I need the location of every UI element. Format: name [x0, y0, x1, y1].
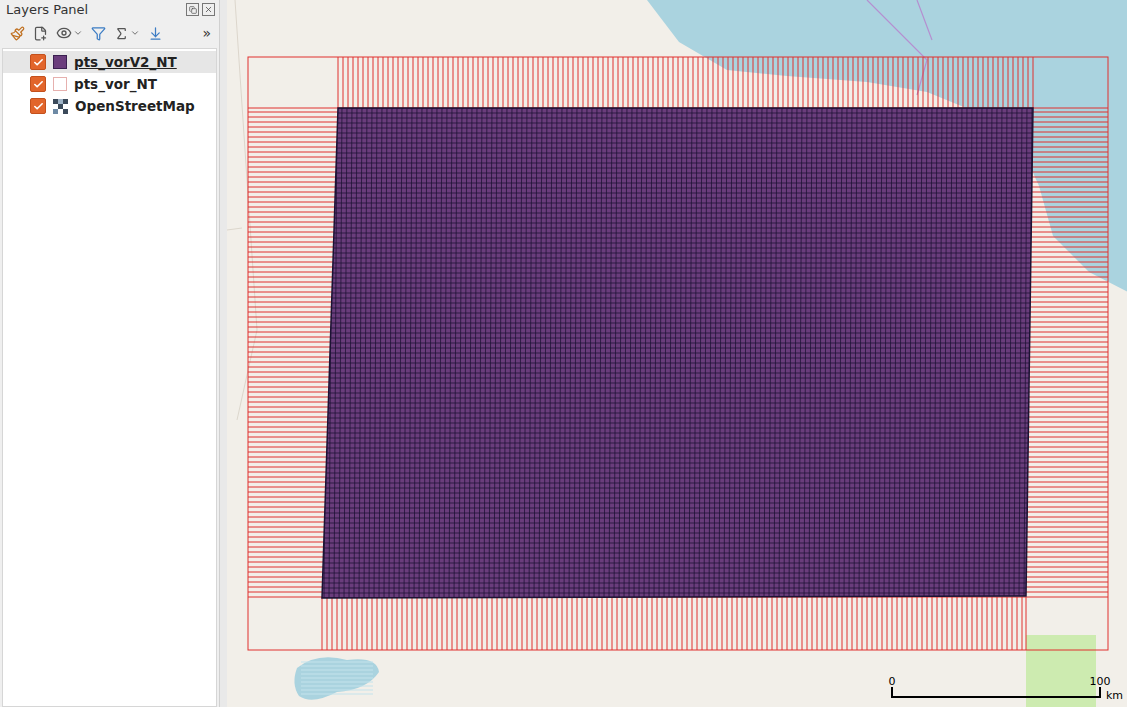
layer-row[interactable]: OpenStreetMap: [3, 95, 216, 117]
layer-name: pts_vor_NT: [74, 76, 157, 92]
expression-filter-icon[interactable]: [114, 26, 129, 41]
dropdown-arrow-icon[interactable]: [73, 28, 83, 38]
map-view[interactable]: 0 100km: [227, 0, 1127, 707]
layer-tree: pts_vorV2_NT pts_vor_NT OpenStreetMap: [2, 48, 217, 707]
panel-splitter[interactable]: [219, 0, 227, 707]
check-icon: [33, 79, 44, 90]
raster-icon: [53, 99, 68, 114]
layer-checkbox[interactable]: [30, 54, 46, 70]
layer-checkbox[interactable]: [30, 98, 46, 114]
check-icon: [33, 101, 44, 112]
qgis-window: Layers Panel » pts_vorV2_NT pts_vor_NT OpenS…: [0, 0, 1127, 707]
layer-checkbox[interactable]: [30, 76, 46, 92]
layers-toolbar: »: [0, 19, 219, 46]
layer-row[interactable]: pts_vor_NT: [3, 73, 216, 95]
panel-title-bar: Layers Panel: [0, 0, 219, 19]
layers-panel: Layers Panel » pts_vorV2_NT pts_vor_NT OpenS…: [0, 0, 219, 707]
pts-vor-nt-layer: [248, 57, 1108, 650]
add-group-icon[interactable]: [33, 26, 48, 41]
scale-label: 100: [1090, 675, 1111, 688]
lake: [294, 657, 379, 699]
scale-unit: km: [1106, 689, 1123, 702]
close-icon: [204, 5, 213, 14]
scale-label: 0: [889, 675, 896, 688]
symbol-swatch-icon: [53, 77, 67, 91]
close-button[interactable]: [202, 3, 215, 16]
layer-name: OpenStreetMap: [75, 98, 195, 114]
dropdown-arrow-icon[interactable]: [130, 28, 140, 38]
toolbar-overflow[interactable]: »: [202, 25, 211, 41]
float-icon: [189, 6, 197, 14]
pts-vorv2-nt-layer: [317, 100, 1037, 600]
layer-name: pts_vorV2_NT: [74, 54, 177, 70]
check-icon: [33, 57, 44, 68]
float-button[interactable]: [186, 3, 199, 16]
filter-icon[interactable]: [91, 26, 106, 41]
map-canvas[interactable]: 0 100km: [227, 0, 1127, 707]
layer-row[interactable]: pts_vorV2_NT: [3, 51, 216, 73]
panel-title: Layers Panel: [6, 2, 88, 17]
expand-all-icon[interactable]: [148, 26, 163, 41]
symbol-swatch-icon: [53, 55, 67, 69]
visibility-icon[interactable]: [56, 25, 72, 41]
scale-bar: 0 100km: [889, 675, 1124, 702]
style-brush-icon[interactable]: [10, 26, 25, 41]
